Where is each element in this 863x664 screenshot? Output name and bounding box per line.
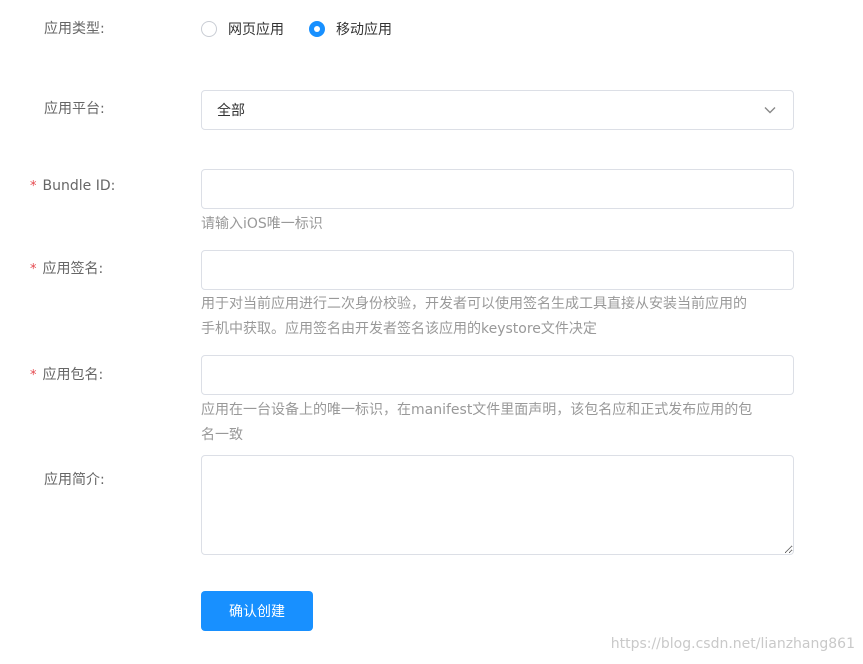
required-mark: * (30, 179, 37, 194)
signature-help: 用于对当前应用进行二次身份校验，开发者可以使用签名生成工具直接从安装当前应用的 … (201, 292, 801, 342)
radio-mobile-app[interactable]: 移动应用 (309, 19, 392, 39)
create-button[interactable]: 确认创建 (201, 591, 313, 631)
radio-web-app-label[interactable]: 网页应用 (228, 19, 284, 39)
platform-select[interactable]: 全部 (201, 90, 794, 130)
platform-label: 应用平台: (44, 101, 105, 117)
package-help: 应用在一台设备上的唯一标识，在manifest文件里面声明，该包名应和正式发布应… (201, 398, 801, 448)
package-label: * 应用包名: (30, 364, 104, 384)
platform-select-value: 全部 (217, 103, 245, 119)
package-input[interactable] (201, 355, 794, 395)
signature-label: * 应用签名: (30, 258, 104, 278)
bundle-id-help: 请输入iOS唯一标识 (201, 216, 323, 232)
description-textarea[interactable] (201, 455, 794, 555)
package-label-text: 应用包名: (42, 367, 104, 383)
app-type-radio-group: 网页应用 移动应用 (201, 18, 392, 40)
chevron-down-icon (764, 107, 776, 114)
bundle-id-label: * Bundle ID: (30, 178, 116, 194)
radio-circle-icon[interactable] (201, 21, 217, 37)
radio-mobile-app-label[interactable]: 移动应用 (336, 19, 392, 39)
description-label: 应用简介: (44, 472, 105, 488)
watermark: https://blog.csdn.net/lianzhang861 (610, 636, 855, 652)
radio-checked-icon[interactable] (309, 21, 325, 37)
signature-input[interactable] (201, 250, 794, 290)
package-help-line: 应用在一台设备上的唯一标识，在manifest文件里面声明，该包名应和正式发布应… (201, 402, 753, 418)
required-mark: * (30, 262, 37, 277)
signature-help-line: 用于对当前应用进行二次身份校验，开发者可以使用签名生成工具直接从安装当前应用的 (201, 296, 747, 312)
bundle-id-label-text: Bundle ID: (42, 178, 116, 194)
bundle-id-input[interactable] (201, 169, 794, 209)
create-app-form: 应用类型: 网页应用 移动应用 应用平台: 全部 * Bundle ID: 请输入… (0, 0, 863, 664)
radio-web-app[interactable]: 网页应用 (201, 19, 284, 39)
app-type-label: 应用类型: (44, 21, 105, 37)
signature-label-text: 应用签名: (42, 261, 104, 277)
package-help-line: 名一致 (201, 427, 243, 443)
signature-help-line: 手机中获取。应用签名由开发者签名该应用的keystore文件决定 (201, 321, 597, 337)
required-mark: * (30, 368, 37, 383)
